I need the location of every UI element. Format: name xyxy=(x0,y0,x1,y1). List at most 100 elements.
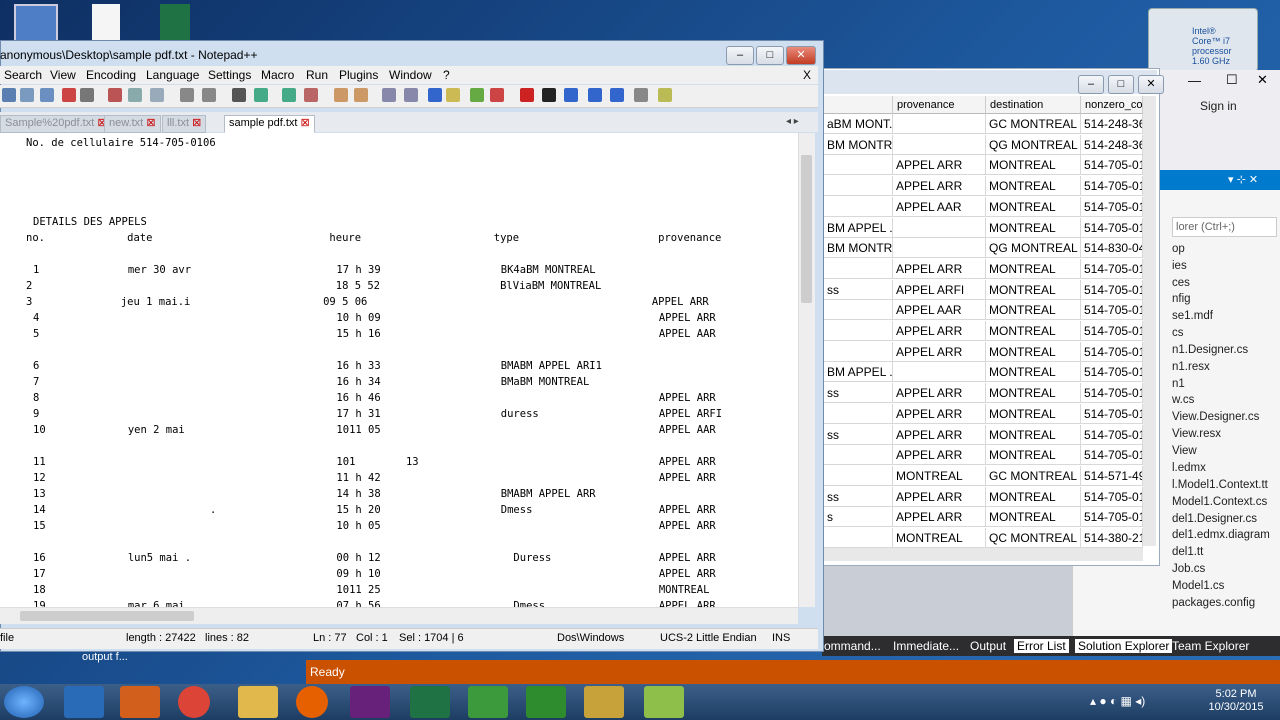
solution-item[interactable]: View.Designer.cs xyxy=(1172,411,1259,423)
grid-cell[interactable]: MONTREAL xyxy=(986,507,1081,528)
toolbar-button-icon[interactable] xyxy=(490,88,504,102)
grid-cell[interactable]: 514-705-010 xyxy=(1081,403,1143,424)
grid-cell[interactable]: MONTREAL xyxy=(986,341,1081,362)
toolbar-button-icon[interactable] xyxy=(470,88,484,102)
internet-explorer-icon[interactable] xyxy=(64,686,104,718)
start-button-icon[interactable] xyxy=(4,686,44,718)
grid-cell[interactable]: MONTREAL xyxy=(986,445,1081,466)
menu-window[interactable]: Window xyxy=(389,68,432,82)
firefox-icon[interactable] xyxy=(296,686,328,718)
solution-item[interactable]: n1.resx xyxy=(1172,361,1210,373)
grid-cell[interactable]: MONTREAL xyxy=(986,362,1081,383)
solution-item[interactable]: cs xyxy=(1172,327,1184,339)
solution-item[interactable]: Model1.Context.cs xyxy=(1172,496,1267,508)
tab-close-icon[interactable]: ⊠ xyxy=(146,117,155,129)
solution-item[interactable]: View xyxy=(1172,445,1197,457)
grid-cell[interactable]: ss xyxy=(824,279,893,300)
grid-cell[interactable]: BM APPEL ... xyxy=(824,362,893,383)
grid-cell[interactable]: APPEL ARR xyxy=(893,176,986,197)
toolbar-button-icon[interactable] xyxy=(180,88,194,102)
grid-cell[interactable]: APPEL ARR xyxy=(893,403,986,424)
grid-cell[interactable] xyxy=(893,238,986,259)
grid-cell[interactable] xyxy=(893,114,986,134)
grid-cell[interactable]: QG MONTREAL xyxy=(986,238,1081,259)
solution-item[interactable]: Job.cs xyxy=(1172,563,1205,575)
vs-close-icon[interactable]: ✕ xyxy=(1257,72,1268,88)
grid-cell[interactable]: GC MONTREAL xyxy=(986,114,1081,134)
grid-cell[interactable]: 514-705-010 xyxy=(1081,424,1143,445)
grid-cell[interactable]: APPEL ARR xyxy=(893,486,986,507)
grid-cell[interactable]: GC MONTREAL xyxy=(986,465,1081,486)
grid-header-destination[interactable]: destination xyxy=(986,96,1081,114)
grid-cell[interactable]: QG MONTREAL xyxy=(986,134,1081,155)
grid-header-provenance[interactable]: provenance xyxy=(893,96,986,114)
solution-item[interactable]: ies xyxy=(1172,260,1187,272)
grid-maximize-button[interactable]: □ xyxy=(1108,75,1134,94)
grid-cell[interactable] xyxy=(824,465,893,486)
editor-vertical-scrollbar[interactable] xyxy=(798,133,815,607)
grid-cell[interactable]: MONTREAL xyxy=(986,155,1081,176)
toolbar-button-icon[interactable] xyxy=(446,88,460,102)
grid-cell[interactable] xyxy=(824,528,893,548)
grid-cell[interactable]: APPEL ARR xyxy=(893,383,986,404)
grid-cell[interactable]: MONTREAL xyxy=(986,403,1081,424)
grid-cell[interactable]: APPEL ARR xyxy=(893,155,986,176)
toolbar-button-icon[interactable] xyxy=(128,88,142,102)
solution-item[interactable]: del1.Designer.cs xyxy=(1172,513,1257,525)
grid-cell[interactable] xyxy=(824,258,893,279)
toolbar-button-icon[interactable] xyxy=(2,88,16,102)
grid-cell[interactable]: 514-705-010 xyxy=(1081,486,1143,507)
grid-cell[interactable]: MONTREAL xyxy=(986,217,1081,238)
grid-cell[interactable]: MONTREAL xyxy=(986,383,1081,404)
tab-close-icon[interactable]: ⊠ xyxy=(301,117,310,129)
solution-item[interactable]: del1.tt xyxy=(1172,546,1203,558)
excel-desktop-icon[interactable] xyxy=(160,4,190,42)
toolbar-button-icon[interactable] xyxy=(542,88,556,102)
toolbar-button-icon[interactable] xyxy=(588,88,602,102)
toolbar-button-icon[interactable] xyxy=(610,88,624,102)
toolbar-button-icon[interactable] xyxy=(354,88,368,102)
tab-solution-explorer[interactable]: Solution Explorer xyxy=(1075,639,1173,653)
menu-help[interactable]: ? xyxy=(443,68,450,82)
grid-cell[interactable]: 514-248-362 xyxy=(1081,134,1143,155)
solution-item[interactable]: n1 xyxy=(1172,378,1185,390)
solution-item[interactable]: nfig xyxy=(1172,293,1191,305)
grid-cell[interactable] xyxy=(824,445,893,466)
grid-cell[interactable]: MONTREAL xyxy=(986,176,1081,197)
tab-output[interactable]: Output xyxy=(970,639,1006,653)
grid-cell[interactable]: ss xyxy=(824,424,893,445)
grid-cell[interactable] xyxy=(893,134,986,155)
file-explorer-icon[interactable] xyxy=(238,686,278,718)
grid-cell[interactable]: APPEL ARR xyxy=(893,507,986,528)
sign-in-link[interactable]: Sign in xyxy=(1200,99,1237,113)
grid-cell[interactable]: APPEL ARR xyxy=(893,258,986,279)
grid-cell[interactable]: BM MONTR... xyxy=(824,238,893,259)
camtasia-recorder-icon[interactable] xyxy=(526,686,566,718)
menu-settings[interactable]: Settings xyxy=(208,68,251,82)
media-player-icon[interactable] xyxy=(120,686,160,718)
toolbar-button-icon[interactable] xyxy=(254,88,268,102)
tab-scroll-arrows[interactable]: ◂ ▸ xyxy=(786,116,799,127)
solution-item[interactable]: ces xyxy=(1172,277,1190,289)
grid-cell[interactable]: 514-705-010 xyxy=(1081,321,1143,341)
grid-cell[interactable]: MONTREAL xyxy=(986,424,1081,445)
toolbar-button-icon[interactable] xyxy=(80,88,94,102)
grid-cell[interactable] xyxy=(893,217,986,238)
solution-item[interactable]: op xyxy=(1172,243,1185,255)
grid-cell[interactable]: APPEL AAR xyxy=(893,300,986,321)
grid-cell[interactable]: APPEL ARR xyxy=(893,424,986,445)
grid-cell[interactable]: APPEL AAR xyxy=(893,196,986,217)
minimize-button[interactable]: – xyxy=(726,46,754,65)
solution-item[interactable]: se1.mdf xyxy=(1172,310,1213,322)
tab-lll[interactable]: lll.txt ⊠ xyxy=(162,115,207,133)
grid-header-nonzero[interactable]: nonzero_co xyxy=(1081,96,1143,114)
solution-item[interactable]: del1.edmx.diagram xyxy=(1172,529,1270,541)
toolbar-button-icon[interactable] xyxy=(282,88,296,102)
grid-vertical-scrollbar[interactable] xyxy=(1143,96,1156,546)
visual-studio-icon[interactable] xyxy=(350,686,390,718)
solution-item[interactable]: View.resx xyxy=(1172,428,1221,440)
solution-item[interactable]: l.edmx xyxy=(1172,462,1206,474)
menu-encoding[interactable]: Encoding xyxy=(86,68,136,82)
grid-cell[interactable]: 514-380-211 xyxy=(1081,528,1143,548)
grid-cell[interactable] xyxy=(824,403,893,424)
